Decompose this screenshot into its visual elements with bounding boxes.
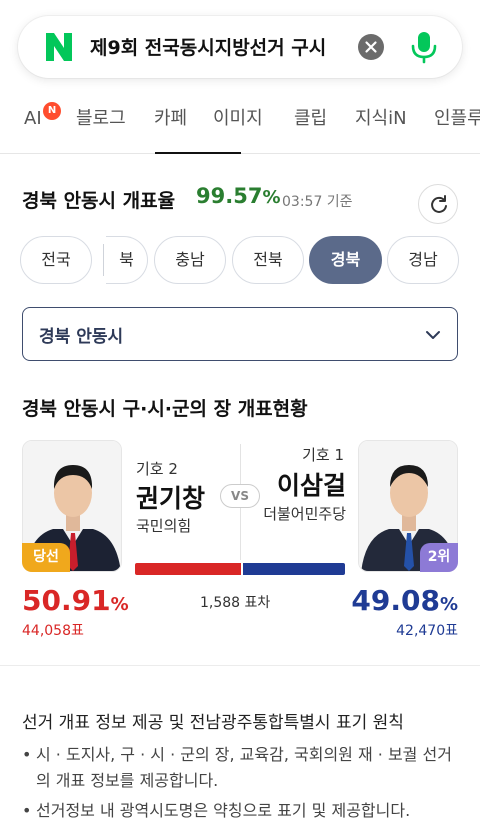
candidate-party-right: 더불어민주당	[263, 505, 346, 523]
notice-bullet-text: 선거정보 내 광역시도명은 약칭으로 표기 및 제공합니다.	[36, 801, 411, 820]
region-chip-jeonbuk[interactable]: 전북	[232, 236, 304, 284]
search-bar[interactable]: 제9회 전국동시지방선거 구시	[18, 16, 462, 78]
district-select[interactable]: 경북 안동시	[22, 307, 458, 361]
region-chip-gyeongbuk[interactable]: 경북	[309, 236, 382, 284]
vote-pct-left-unit: %	[110, 594, 129, 615]
tab-clip[interactable]: 클립	[294, 106, 327, 132]
close-icon	[365, 41, 377, 53]
vote-margin: 1,588 표차	[200, 595, 271, 611]
region-chip-gyeongnam[interactable]: 경남	[387, 236, 459, 284]
region-chip-chungnam[interactable]: 충남	[154, 236, 226, 284]
count-rate-unit: %	[262, 187, 281, 208]
tab-ai[interactable]: AI	[24, 106, 42, 132]
mic-icon[interactable]	[408, 30, 440, 64]
refresh-button[interactable]	[418, 184, 458, 224]
notice-title: 선거 개표 정보 제공 및 전남광주통합특별시 표기 원칙	[22, 713, 404, 733]
region-chip-national[interactable]: 전국	[20, 236, 92, 284]
candidate-name-right[interactable]: 이삼걸	[264, 466, 346, 502]
vote-share-bar	[135, 563, 345, 575]
race-title: 경북 안동시 구·시·군의 장 개표현황	[22, 398, 308, 420]
count-rate: 99.57%	[196, 184, 280, 208]
search-input[interactable]: 제9회 전국동시지방선거 구시	[90, 33, 366, 63]
vote-pct-right-value: 49.08	[351, 584, 440, 617]
section-divider	[0, 665, 480, 666]
bullet-dot: •	[22, 745, 32, 764]
vote-pct-right-unit: %	[439, 594, 458, 615]
count-time: 03:57 기준	[282, 194, 353, 210]
rank-badge: 2위	[420, 543, 458, 572]
region-chip-partial[interactable]: 북	[106, 236, 148, 284]
vote-count-left: 44,058표	[22, 623, 84, 639]
count-rate-value: 99.57	[196, 184, 263, 208]
notice-bullet: • 선거정보 내 광역시도명은 약칭으로 표기 및 제공합니다.	[22, 798, 462, 824]
candidate-number-left: 기호 2	[136, 460, 178, 478]
tab-cafe[interactable]: 카페	[154, 106, 187, 132]
clear-search-button[interactable]	[358, 34, 384, 60]
vote-count-right: 42,470표	[396, 623, 458, 639]
vote-share-left	[135, 563, 241, 575]
vote-pct-left-value: 50.91	[22, 584, 111, 617]
chip-divider	[103, 244, 104, 276]
candidate-party-left: 국민의힘	[136, 517, 192, 535]
naver-logo-icon[interactable]	[42, 30, 76, 64]
tab-influencer[interactable]: 인플루	[434, 106, 480, 132]
vote-pct-right: 49.08%	[351, 584, 458, 617]
vote-pct-left: 50.91%	[22, 584, 129, 617]
tab-kin[interactable]: 지식iN	[355, 106, 407, 132]
new-badge: N	[43, 102, 61, 120]
district-select-value: 경북 안동시	[39, 327, 124, 347]
tab-image[interactable]: 이미지	[213, 106, 263, 132]
tab-selected-indicator	[155, 152, 241, 154]
candidate-name-left[interactable]: 권기창	[136, 479, 205, 515]
chevron-down-icon	[426, 331, 440, 339]
refresh-icon	[431, 195, 447, 213]
search-header: 제9회 전국동시지방선거 구시	[0, 0, 480, 92]
notice-bullet-text: 시 · 도지사, 구 · 시 · 군의 장, 교육감, 국회의원 재 · 보궐 …	[36, 745, 452, 790]
vs-badge: VS	[220, 484, 260, 508]
vote-share-right	[243, 563, 345, 575]
bullet-dot: •	[22, 801, 32, 820]
winner-badge: 당선	[22, 543, 70, 572]
notice-bullet: • 시 · 도지사, 구 · 시 · 군의 장, 교육감, 국회의원 재 · 보…	[22, 742, 462, 794]
search-tabs: AI 블로그 카페 이미지 클립 지식iN 인플루	[0, 92, 480, 154]
count-title: 경북 안동시 개표율	[22, 190, 176, 212]
tab-blog[interactable]: 블로그	[76, 106, 126, 132]
candidate-number-right: 기호 1	[302, 446, 344, 464]
